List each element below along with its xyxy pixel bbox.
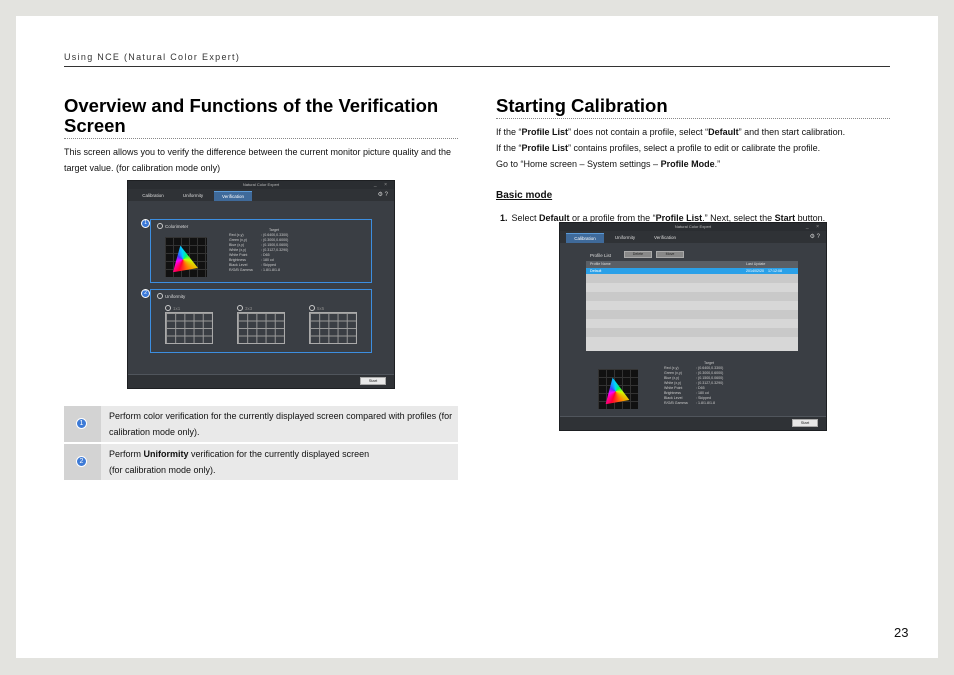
grid-preview-2: [237, 312, 285, 344]
table-row[interactable]: [586, 328, 798, 337]
calibration-para-3: Go to “Home screen – System settings – P…: [496, 159, 721, 169]
tab-bar: Calibration Uniformity Verification ⚙ ?: [128, 189, 394, 201]
profile-list-label: Profile List: [590, 253, 612, 258]
table-row[interactable]: [586, 337, 798, 346]
grid-1x1-option[interactable]: 1x1: [165, 305, 180, 311]
table-row[interactable]: [586, 283, 798, 292]
gear-icon[interactable]: ⚙ ?: [810, 233, 820, 240]
tab-verification[interactable]: Verification: [646, 233, 684, 243]
colorimeter-panel: Colorimeter Target Red (x,y): (0.6400,0.…: [150, 219, 372, 283]
profile-row-default[interactable]: Default 2014/02/20 17:12:08: [586, 268, 798, 274]
legend-text-2: Perform Uniformity verification for the …: [109, 449, 370, 475]
uniformity-option[interactable]: Uniformity: [157, 293, 185, 299]
header-rule: [64, 66, 890, 67]
window-bottom-bar: Start: [560, 416, 826, 430]
tab-bar: Calibration Uniformity Verification ⚙ ?: [560, 231, 826, 243]
start-button[interactable]: Start: [360, 377, 386, 385]
basic-mode-subhead: Basic mode: [496, 190, 553, 201]
gear-icon[interactable]: ⚙ ?: [378, 191, 388, 198]
profile-table-header: Profile Name Last Update: [586, 261, 798, 268]
calibration-screenshot: Natural Color Expert _ × Calibration Unif…: [559, 222, 827, 431]
legend-text-1: Perform color verification for the curre…: [109, 411, 453, 437]
verification-intro: This screen allows you to verify the dif…: [64, 147, 452, 173]
window-titlebar: Natural Color Expert _ ×: [128, 181, 394, 189]
start-button[interactable]: Start: [792, 419, 818, 427]
verification-section-title: Overview and Functions of the Verificati…: [64, 96, 458, 139]
grid-preview-1: [165, 312, 213, 344]
tab-calibration[interactable]: Calibration: [134, 191, 172, 201]
target-specs: Target Red (x,y): (0.6400,0.3300) Green …: [229, 228, 289, 272]
legend-row-1: 1 Perform color verification for the cur…: [64, 406, 458, 442]
table-row[interactable]: [586, 310, 798, 319]
window-controls[interactable]: _ ×: [374, 181, 390, 189]
verification-screenshot: Natural Color Expert _ × Calibration Unif…: [127, 180, 395, 389]
badge-1: 1: [141, 219, 150, 228]
callout-legend-table: 1 Perform color verification for the cur…: [64, 406, 458, 482]
legend-badge-cell: 1: [64, 406, 101, 442]
calibration-section-title: Starting Calibration: [496, 96, 890, 119]
grid-3x3-option[interactable]: 3x3: [237, 305, 252, 311]
table-row[interactable]: [586, 274, 798, 283]
page-number: 23: [894, 625, 909, 640]
window-titlebar: Natural Color Expert _ ×: [560, 223, 826, 231]
window-controls[interactable]: _ ×: [806, 223, 822, 231]
table-row[interactable]: [586, 301, 798, 310]
table-row[interactable]: [586, 319, 798, 328]
legend-row-2: 2 Perform Uniformity verification for th…: [64, 444, 458, 480]
profile-table: Profile Name Last Update Default 2014/02/2…: [586, 261, 798, 351]
badge-2: 2: [76, 456, 87, 467]
color-gamut-chart: [165, 237, 207, 277]
tab-uniformity[interactable]: Uniformity: [606, 233, 644, 243]
table-row[interactable]: [586, 292, 798, 301]
grid-preview-3: [309, 312, 357, 344]
color-gamut-chart: [598, 369, 638, 409]
left-column: Overview and Functions of the Verificati…: [64, 96, 458, 176]
tab-verification[interactable]: Verification: [214, 191, 252, 201]
window-bottom-bar: Start: [128, 374, 394, 388]
move-button[interactable]: Move: [656, 251, 684, 258]
badge-1: 1: [76, 418, 87, 429]
delete-button[interactable]: Delete: [624, 251, 652, 258]
calibration-para-1: If the “Profile List” does not contain a…: [496, 127, 846, 137]
target-specs: Target Red (x,y): (0.6400,0.3300) Green …: [664, 361, 724, 405]
colorimeter-option[interactable]: Colorimeter: [157, 223, 188, 229]
tab-calibration[interactable]: Calibration: [566, 233, 604, 243]
uniformity-panel: Uniformity 1x1 3x3 5x5: [150, 289, 372, 353]
right-column: Starting Calibration If the “Profile Lis…: [496, 96, 890, 223]
calibration-para-2: If the “Profile List” contains profiles,…: [496, 143, 821, 153]
grid-5x5-option[interactable]: 5x5: [309, 305, 324, 311]
legend-badge-cell: 2: [64, 444, 101, 480]
badge-2: 2: [141, 289, 150, 298]
manual-page: Using NCE (Natural Color Expert) Overvie…: [16, 16, 938, 658]
running-head: Using NCE (Natural Color Expert): [64, 52, 241, 62]
tab-uniformity[interactable]: Uniformity: [174, 191, 212, 201]
